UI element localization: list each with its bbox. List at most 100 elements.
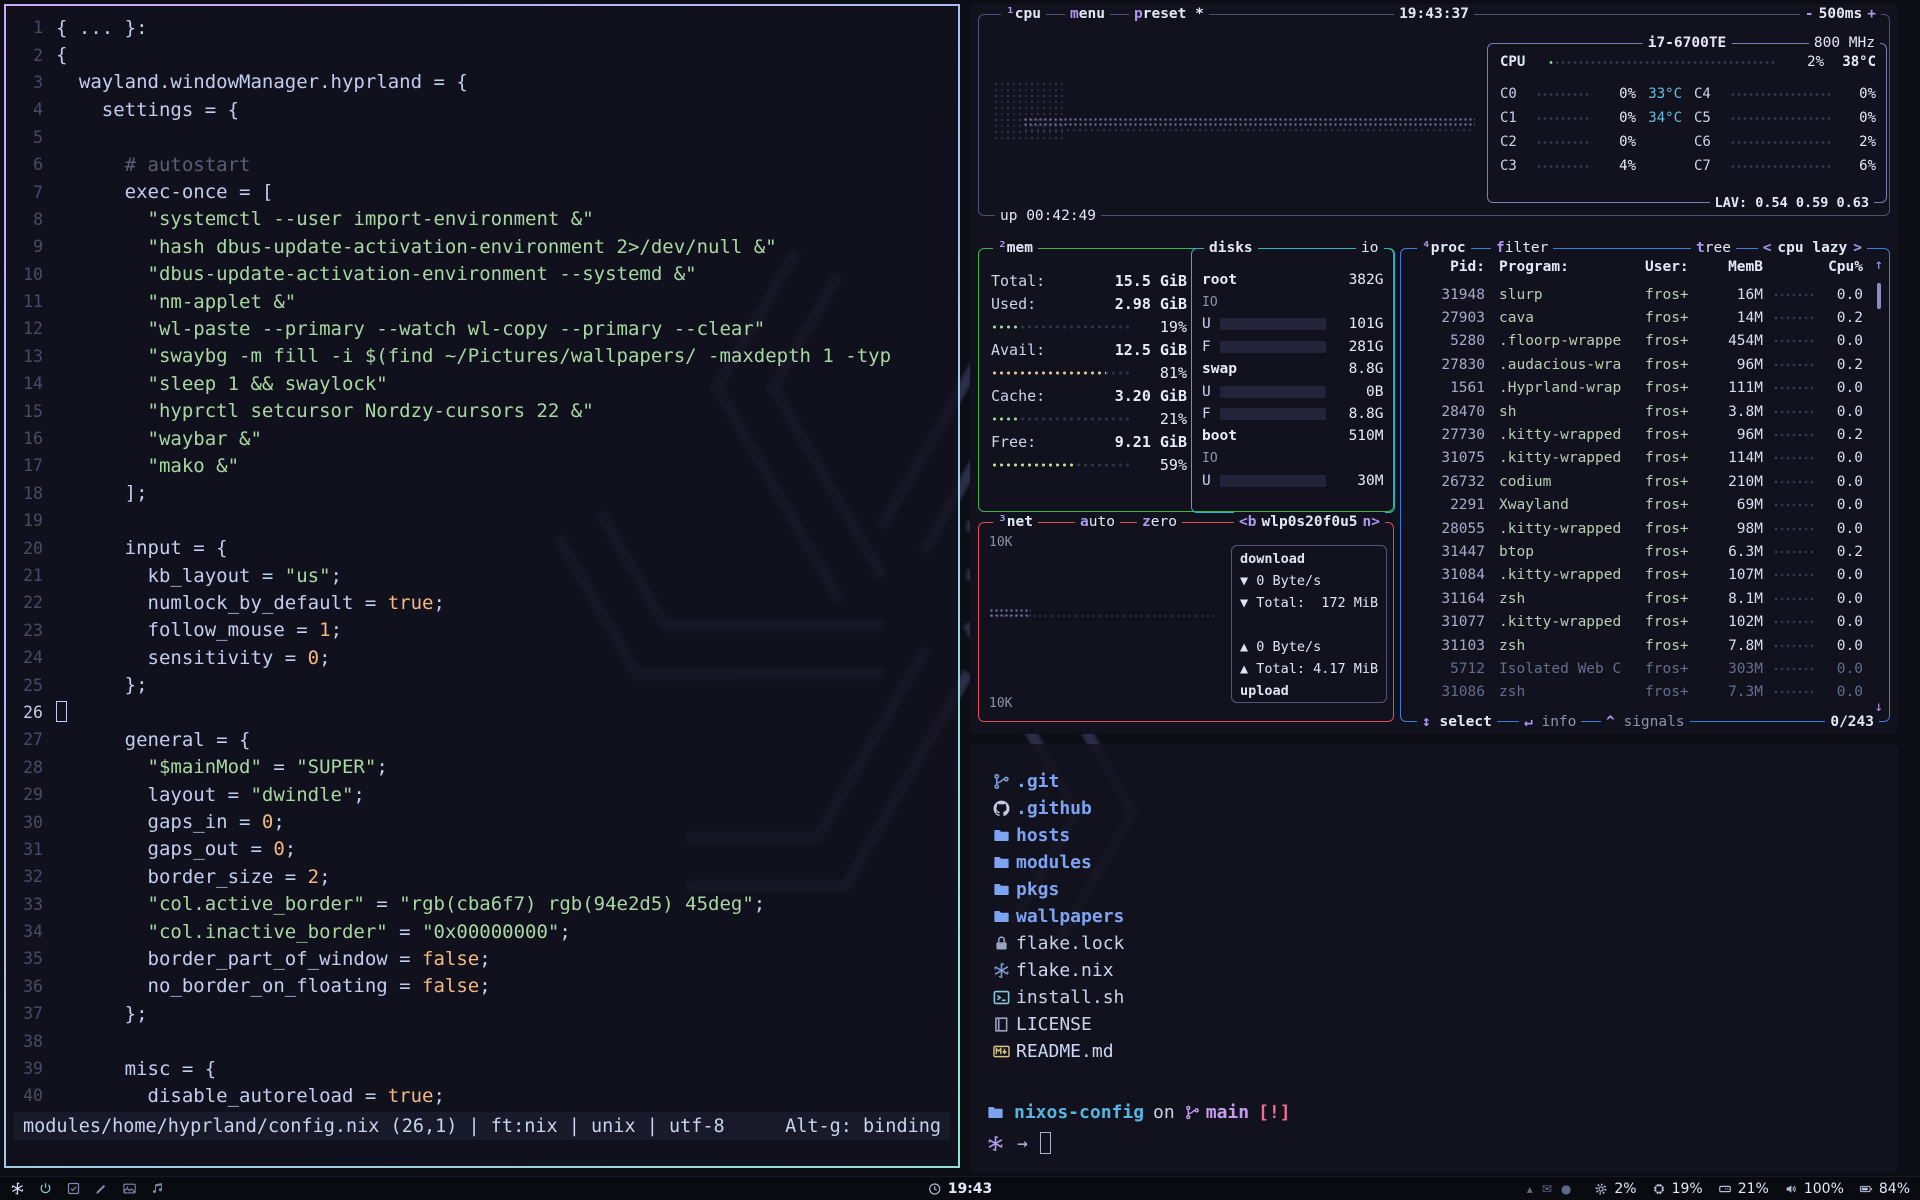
editor-buffer[interactable]: 1{ ... }:2{3 wayland.windowManager.hyprl… [12, 14, 956, 1110]
shell-input-line[interactable]: → [986, 1132, 1051, 1154]
process-row[interactable]: 31086zshfros+7.3M0.0 [1413, 681, 1863, 704]
editor-line[interactable]: 20 input = { [12, 534, 956, 561]
proc-filter-button[interactable]: filter [1491, 238, 1553, 258]
scroll-up-icon[interactable]: ↑ [1875, 257, 1883, 273]
editor-line[interactable]: 7 exec-once = [ [12, 178, 956, 205]
editor-line[interactable]: 27 general = { [12, 726, 956, 753]
bar-stat-gear[interactable]: 2% [1594, 1181, 1636, 1197]
editor-line[interactable]: 3 wayland.windowManager.hyprland = { [12, 69, 956, 96]
core-name: C0 [1500, 86, 1528, 102]
mem-box-title[interactable]: ²mem [993, 238, 1038, 258]
process-row[interactable]: 31164zshfros+8.1M0.0 [1413, 587, 1863, 610]
editor-line[interactable]: 10 "dbus-update-activation-environment -… [12, 261, 956, 288]
net-auto-button[interactable]: auto [1075, 512, 1120, 532]
editor-line[interactable]: 8 "systemctl --user import-environment &… [12, 206, 956, 233]
process-row[interactable]: 2291Xwaylandfros+69M0.0 [1413, 494, 1863, 517]
process-row[interactable]: 31077.kitty-wrappedfros+102M0.0 [1413, 610, 1863, 633]
btop-window[interactable]: ¹cpu menu preset * 19:43:37 -500ms+ i7-6… [970, 4, 1898, 734]
preset-button[interactable]: preset * [1129, 4, 1209, 24]
net-zero-button[interactable]: zero [1137, 512, 1182, 532]
process-row[interactable]: 26732codiumfros+210M0.0 [1413, 470, 1863, 493]
editor-line[interactable]: 39 misc = { [12, 1055, 956, 1082]
editor-line[interactable]: 26 [12, 699, 956, 726]
process-row[interactable]: 5712Isolated Web Cfros+303M0.0 [1413, 657, 1863, 680]
proc-select-action[interactable]: ↕ select [1417, 712, 1497, 732]
editor-line[interactable]: 14 "sleep 1 && swaylock" [12, 370, 956, 397]
menu-button[interactable]: menu [1065, 4, 1110, 24]
editor-line[interactable]: 19 [12, 507, 956, 534]
editor-line[interactable]: 2{ [12, 41, 956, 68]
launcher-pencil[interactable] [94, 1181, 109, 1196]
editor-line[interactable]: 33 "col.active_border" = "rgb(cba6f7) rg… [12, 891, 956, 918]
editor-line[interactable]: 40 disable_autoreload = true; [12, 1082, 956, 1109]
launcher-nix[interactable] [10, 1181, 25, 1196]
editor-line[interactable]: 36 no_border_on_floating = false; [12, 973, 956, 1000]
proc-sort-switcher[interactable]: <cpu lazy> [1758, 238, 1867, 258]
launcher-image[interactable] [122, 1181, 137, 1196]
launcher-power[interactable] [38, 1181, 53, 1196]
editor-line[interactable]: 21 kb_layout = "us"; [12, 562, 956, 589]
bar-clock[interactable]: 19:43 [928, 1181, 993, 1197]
editor-line[interactable]: 18 ]; [12, 480, 956, 507]
cpu-box-title[interactable]: ¹cpu [1001, 4, 1046, 24]
process-row[interactable]: 5280.floorp-wrappefros+454M0.0 [1413, 330, 1863, 353]
process-row[interactable]: 31103zshfros+7.8M0.0 [1413, 634, 1863, 657]
editor-line[interactable]: 38 [12, 1027, 956, 1054]
tray-app[interactable]: ● [1561, 1182, 1571, 1196]
editor-line[interactable]: 25 }; [12, 671, 956, 698]
editor-line[interactable]: 34 "col.inactive_border" = "0x00000000"; [12, 918, 956, 945]
update-interval[interactable]: -500ms+ [1800, 4, 1881, 24]
proc-box-title[interactable]: ⁴proc [1417, 238, 1471, 258]
editor-line[interactable]: 28 "$mainMod" = "SUPER"; [12, 754, 956, 781]
proc-signals-action[interactable]: ^ signals [1601, 712, 1690, 732]
editor-line[interactable]: 22 numlock_by_default = true; [12, 589, 956, 616]
bar-stat-disk[interactable]: 21% [1718, 1181, 1769, 1197]
editor-line[interactable]: 12 "wl-paste --primary --watch wl-copy -… [12, 315, 956, 342]
process-row[interactable]: 31948slurpfros+16M0.0 [1413, 283, 1863, 306]
editor-line[interactable]: 6 # autostart [12, 151, 956, 178]
editor-line[interactable]: 17 "mako &" [12, 452, 956, 479]
editor-line[interactable]: 29 layout = "dwindle"; [12, 781, 956, 808]
net-box-title[interactable]: ³net [993, 512, 1038, 532]
editor-line[interactable]: 37 }; [12, 1000, 956, 1027]
process-row[interactable]: 31447btopfros+6.3M0.2 [1413, 540, 1863, 563]
process-row[interactable]: 28470shfros+3.8M0.0 [1413, 400, 1863, 423]
process-row[interactable]: 31075.kitty-wrappedfros+114M0.0 [1413, 447, 1863, 470]
editor-line[interactable]: 32 border_size = 2; [12, 863, 956, 890]
net-device-switcher[interactable]: <bwlp0s20f0u5n> [1234, 512, 1385, 532]
proc-tree-button[interactable]: tree [1691, 238, 1736, 258]
tray-mail[interactable]: ✉ [1542, 1182, 1552, 1196]
editor-line[interactable]: 31 gaps_out = 0; [12, 836, 956, 863]
editor-line[interactable]: 4 settings = { [12, 96, 956, 123]
process-row[interactable]: 28055.kitty-wrappedfros+98M0.0 [1413, 517, 1863, 540]
editor-line[interactable]: 16 "waybar &" [12, 425, 956, 452]
editor-line[interactable]: 15 "hyprctl setcursor Nordzy-cursors 22 … [12, 397, 956, 424]
proc-scrollbar[interactable] [1877, 283, 1881, 309]
editor-line[interactable]: 35 border_part_of_window = false; [12, 945, 956, 972]
editor-window[interactable]: 1{ ... }:2{3 wayland.windowManager.hyprl… [4, 4, 960, 1168]
bar-stat-speaker[interactable]: 100% [1784, 1181, 1844, 1197]
bar-stat-chip[interactable]: 19% [1652, 1181, 1703, 1197]
launcher-music[interactable] [150, 1181, 165, 1196]
proc-info-action[interactable]: ↵ info [1519, 712, 1581, 732]
net-upload-speed: ▲ 0 Byte/s [1232, 636, 1386, 658]
editor-line[interactable]: 24 sensitivity = 0; [12, 644, 956, 671]
disks-io-mode[interactable]: io [1356, 238, 1383, 258]
editor-line[interactable]: 13 "swaybg -m fill -i $(find ~/Pictures/… [12, 343, 956, 370]
process-row[interactable]: 31084.kitty-wrappedfros+107M0.0 [1413, 564, 1863, 587]
process-row[interactable]: 27903cavafros+14M0.2 [1413, 306, 1863, 329]
terminal-window[interactable]: .git.githubhostsmodulespkgswallpapersfla… [970, 744, 1898, 1172]
process-row[interactable]: 1561.Hyprland-wrapfros+111M0.0 [1413, 377, 1863, 400]
editor-line[interactable]: 11 "nm-applet &" [12, 288, 956, 315]
editor-line[interactable]: 30 gaps_in = 0; [12, 808, 956, 835]
editor-line[interactable]: 5 [12, 124, 956, 151]
editor-line[interactable]: 9 "hash dbus-update-activation-environme… [12, 233, 956, 260]
launcher-checklist[interactable] [66, 1181, 81, 1196]
process-row[interactable]: 27830.audacious-wrafros+96M0.2 [1413, 353, 1863, 376]
editor-line[interactable]: 1{ ... }: [12, 14, 956, 41]
process-row[interactable]: 27730.kitty-wrappedfros+96M0.2 [1413, 423, 1863, 446]
disks-title[interactable]: disks [1204, 238, 1258, 258]
editor-line[interactable]: 23 follow_mouse = 1; [12, 617, 956, 644]
bar-stat-battery[interactable]: 84% [1859, 1181, 1910, 1197]
tray-up[interactable]: ▴ [1527, 1182, 1533, 1196]
